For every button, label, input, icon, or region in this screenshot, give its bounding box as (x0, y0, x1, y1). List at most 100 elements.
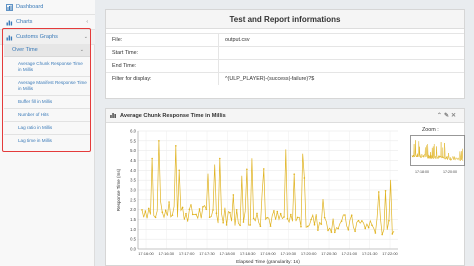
close-icon[interactable]: ✕ (451, 113, 458, 119)
wrench-icon[interactable]: ✎ (444, 113, 451, 119)
data-point (391, 233, 394, 235)
y-tick-label: 6.0 (130, 129, 136, 134)
data-point (340, 220, 343, 222)
data-point (354, 230, 356, 233)
bar-chart-icon (110, 112, 117, 120)
data-point (283, 216, 285, 218)
chart-panel-header: Average Chunk Response Time in Millis ⌃✎… (106, 109, 464, 123)
data-point (327, 229, 329, 232)
info-value: output.csv (225, 37, 250, 43)
data-point (164, 209, 167, 212)
data-point (337, 227, 339, 230)
data-point (361, 220, 363, 222)
x-tick-label: 17:17:30 (199, 251, 215, 256)
data-point (266, 216, 268, 219)
data-point (367, 226, 370, 229)
x-axis-label: Elapsed Time (granularity: 1s) (236, 259, 300, 265)
y-tick-label: 5.0 (130, 148, 136, 153)
data-point (185, 212, 187, 215)
data-point (246, 168, 248, 171)
y-tick-label: 2.5 (130, 197, 136, 202)
data-point (202, 206, 204, 208)
zoom-chart[interactable]: 17:18:00 17:20:00 (410, 135, 465, 177)
x-tick-label: 17:17:00 (179, 251, 195, 256)
data-point (323, 216, 326, 219)
data-point (225, 224, 228, 226)
y-tick-label: 4.5 (130, 158, 136, 163)
info-row-start-time: Start Time: (106, 46, 464, 59)
data-point (377, 191, 380, 193)
data-point (158, 140, 160, 142)
data-point (242, 221, 245, 223)
data-point (175, 145, 177, 147)
sidebar-item-dashboard[interactable]: Dashboard (0, 0, 95, 15)
data-point (168, 201, 170, 203)
app-window: Dashboard Charts ‹ Customs Graphs ⌄ Over… (0, 0, 474, 266)
info-row-filter: Filter for display: ^(ULP_PLAYER)-(succe… (106, 72, 464, 85)
main-content: Test and Report informations File: outpu… (95, 0, 474, 266)
main-chart[interactable]: 0.0 0.5 1.0 1.5 2.0 2.5 3.0 3.5 4.0 4.5 5.0 5.5 6.0 1… (106, 123, 406, 266)
chevron-up-icon[interactable]: ⌃ (437, 113, 444, 119)
data-point (306, 225, 309, 228)
y-axis-label: Response Time (ms) (116, 168, 121, 211)
data-point (381, 233, 383, 236)
data-point (252, 217, 255, 220)
data-point (300, 225, 302, 228)
data-point (249, 224, 252, 226)
info-row-file: File: output.csv (106, 33, 464, 46)
data-point (256, 212, 258, 215)
bar-chart-icon (5, 18, 13, 26)
y-tick-label: 3.0 (130, 188, 136, 193)
data-point (273, 210, 275, 212)
data-point (205, 208, 208, 211)
data-point (310, 218, 312, 221)
data-point (151, 157, 153, 160)
data-point (276, 210, 279, 213)
highlight-box (2, 28, 91, 152)
x-tick-label: 17:21:30 (362, 251, 378, 256)
sidebar: Dashboard Charts ‹ Customs Graphs ⌄ Over… (0, 0, 95, 266)
data-point (171, 214, 174, 216)
data-point (178, 169, 181, 172)
x-tick-label: 17:18:00 (220, 251, 236, 256)
data-point (303, 177, 306, 179)
data-point (344, 214, 346, 216)
data-point (222, 221, 224, 224)
data-point (147, 207, 150, 210)
data-point (188, 208, 191, 211)
data-point (279, 212, 282, 215)
sidebar-item-label: Dashboard (16, 4, 44, 10)
data-point (296, 216, 299, 219)
data-point (218, 157, 221, 160)
chart-title: Average Chunk Response Time in Millis (120, 112, 226, 119)
info-label: Filter for display: (106, 73, 219, 85)
data-point (388, 219, 390, 222)
info-row-end-time: End Time: (106, 59, 464, 72)
x-tick-label: 17:22:00 (382, 251, 398, 256)
data-point (191, 213, 194, 216)
data-point (181, 206, 184, 209)
x-tick-label: 17:19:30 (281, 251, 297, 256)
data-point (371, 224, 373, 226)
x-tick-label: 17:21:00 (342, 251, 358, 256)
y-tick-label: 0.5 (130, 237, 136, 242)
data-point (262, 168, 265, 170)
data-point (198, 208, 201, 210)
data-point (229, 211, 231, 214)
chart-panel: Average Chunk Response Time in Millis ⌃✎… (105, 108, 465, 266)
x-tick-label: 17:20:00 (301, 251, 317, 256)
data-point (144, 210, 147, 212)
info-label: File: (106, 34, 219, 46)
data-point (235, 208, 238, 211)
x-tick-label: 17:20:30 (321, 251, 337, 256)
y-tick-label: 4.0 (130, 168, 136, 173)
data-point (141, 209, 143, 211)
data-point (208, 216, 211, 218)
info-label: Start Time: (106, 47, 219, 59)
y-tick-label: 5.5 (130, 138, 136, 143)
sidebar-item-label: Charts (16, 19, 33, 25)
y-tick-label: 2.0 (130, 207, 136, 212)
data-point (154, 216, 157, 219)
x-tick-label: 17:18:30 (240, 251, 256, 256)
dashboard-icon (5, 3, 13, 11)
